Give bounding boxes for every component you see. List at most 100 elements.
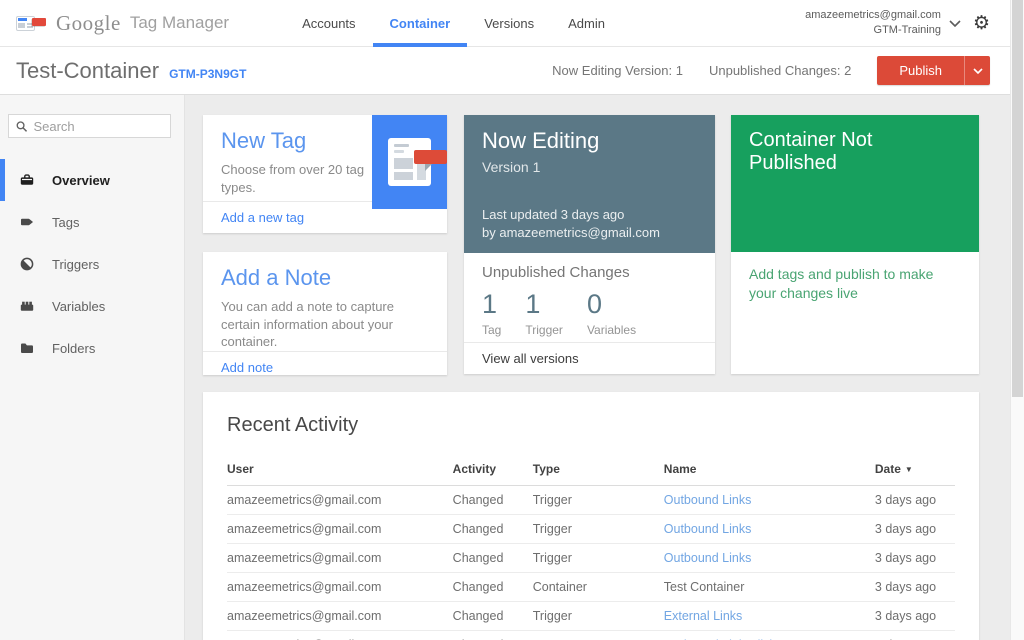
sidebar: Overview Tags Triggers	[0, 95, 185, 640]
activity-cell-date: 3 days ago	[874, 543, 955, 573]
now-editing-version: Version 1	[482, 159, 541, 175]
activity-table-body: amazeemetrics@gmail.com Changed Trigger Out…	[227, 485, 955, 640]
tag-icon	[21, 218, 33, 226]
sidebar-item-label: Variables	[52, 298, 106, 314]
activity-cell-date: 3 days ago	[874, 572, 955, 602]
activity-name-link[interactable]: Outbound Links	[664, 493, 752, 507]
last-updated-text: Last updated 3 days ago by amazeemetrics…	[482, 206, 660, 240]
activity-cell-activity: Changed	[452, 543, 533, 573]
add-note-title-link[interactable]: Add a Note	[221, 265, 331, 291]
now-editing-card: Now Editing Version 1 Last updated 3 day…	[464, 115, 715, 374]
activity-cell-user: amazeemetrics@gmail.com	[227, 543, 453, 573]
activity-cell-name: Outbound Links	[663, 514, 875, 544]
activity-cell-activity: Changed	[452, 630, 533, 640]
main-content: New Tag Choose from over 20 tag types. A…	[185, 95, 1024, 640]
unpublished-changes-title: Unpublished Changes	[482, 264, 630, 281]
activity-row: amazeemetrics@gmail.com Changed Trigger Ext…	[227, 601, 955, 631]
folder-icon	[21, 343, 33, 353]
sidebar-item-label: Folders	[52, 340, 96, 356]
activity-cell-date: 3 days ago	[874, 630, 955, 640]
add-new-tag-link[interactable]: Add a new tag	[221, 210, 304, 225]
now-editing-header: Now Editing Version 1 Last updated 3 day…	[464, 115, 715, 253]
sidebar-item-variables[interactable]: Variables	[0, 285, 184, 327]
not-published-body: Add tags and publish to make your change…	[749, 266, 934, 301]
stat-trigger: 1 Trigger	[525, 289, 563, 337]
sidebar-item-triggers[interactable]: Triggers	[0, 243, 184, 285]
publish-button[interactable]: Publish	[877, 56, 964, 85]
activity-name-link[interactable]: Outbound Links	[664, 522, 752, 536]
activity-cell-user: amazeemetrics@gmail.com	[227, 514, 453, 544]
column-type: Type	[532, 453, 664, 486]
gtm-app: Google Tag Manager Accounts Container Ve…	[0, 0, 1024, 640]
new-tag-illustration-icon	[372, 115, 447, 209]
variables-icon	[20, 301, 34, 311]
sidebar-item-folders[interactable]: Folders	[0, 327, 184, 369]
stat-tag: 1 Tag	[482, 289, 502, 337]
activity-header-row: User Activity Type Name Date ▼	[227, 453, 955, 486]
activity-cell-type: Trigger	[532, 514, 664, 544]
tab-accounts[interactable]: Accounts	[285, 0, 372, 47]
now-editing-version: Now Editing Version: 1	[552, 63, 683, 78]
container-header: Test-Container GTM-P3N9GT Now Editing Ve…	[0, 47, 1024, 95]
activity-cell-type: Trigger	[532, 601, 664, 631]
sidebar-item-tags[interactable]: Tags	[0, 201, 184, 243]
chevron-down-icon	[949, 19, 961, 27]
activity-cell-user: amazeemetrics@gmail.com	[227, 630, 453, 640]
activity-cell-type: Tag	[532, 630, 664, 640]
activity-cell-type: Trigger	[532, 543, 664, 573]
recent-activity-table: User Activity Type Name Date ▼ amazeemetr…	[227, 453, 955, 640]
tab-admin[interactable]: Admin	[551, 0, 622, 47]
activity-row: amazeemetrics@gmail.comChangedTagOutboun…	[227, 630, 955, 640]
activity-row: amazeemetrics@gmail.com Changed Container T…	[227, 572, 955, 602]
content-layout: Overview Tags Triggers	[0, 95, 1024, 640]
activity-name-link[interactable]: External Links	[664, 609, 743, 623]
trigger-icon	[20, 257, 34, 271]
container-id: GTM-P3N9GT	[169, 66, 247, 81]
activity-cell-date: 3 days ago	[874, 601, 955, 631]
activity-cell-activity: Changed	[452, 572, 533, 602]
tab-versions[interactable]: Versions	[467, 0, 551, 47]
page-title: Test-Container	[16, 57, 160, 83]
not-published-header: Container Not Published	[731, 115, 979, 252]
search-input[interactable]	[33, 118, 163, 134]
activity-cell-name: Outbound Links	[663, 485, 875, 515]
activity-cell-name: Outbound Link Click Event	[663, 630, 875, 640]
tab-container[interactable]: Container	[372, 0, 468, 47]
publish-split-button: Publish	[877, 56, 990, 85]
chevron-down-icon	[972, 67, 983, 74]
change-stats: 1 Tag 1 Trigger 0 Variables	[482, 289, 697, 337]
activity-cell-type: Container	[532, 572, 664, 602]
product-name: Tag Manager	[129, 13, 230, 32]
stat-variables: 0 Variables	[586, 289, 637, 337]
sidebar-item-overview[interactable]: Overview	[0, 159, 184, 201]
search-icon	[16, 120, 28, 132]
now-editing-title: Now Editing	[482, 128, 600, 153]
new-tag-card: New Tag Choose from over 20 tag types. A…	[203, 115, 447, 233]
account-switcher[interactable]: amazeemetrics@gmail.com GTM-Training	[805, 8, 961, 38]
view-all-versions-link[interactable]: View all versions	[482, 351, 579, 366]
new-tag-title-link[interactable]: New Tag	[221, 128, 306, 154]
summary-cards: New Tag Choose from over 20 tag types. A…	[203, 115, 979, 375]
gear-icon[interactable]: ⚙	[973, 14, 990, 33]
column-date[interactable]: Date ▼	[874, 453, 955, 486]
activity-cell-activity: Changed	[452, 485, 533, 515]
sidebar-search	[8, 114, 171, 138]
publish-dropdown-button[interactable]	[964, 56, 990, 85]
add-note-card: Add a Note You can add a note to capture…	[203, 252, 447, 375]
activity-name-link[interactable]: Outbound Links	[664, 551, 752, 565]
overview-icon	[20, 174, 34, 185]
add-note-link[interactable]: Add note	[221, 360, 273, 375]
activity-cell-activity: Changed	[452, 601, 533, 631]
activity-cell-user: amazeemetrics@gmail.com	[227, 485, 453, 515]
activity-row: amazeemetrics@gmail.com Changed Trigger Out…	[227, 485, 955, 515]
vertical-scrollbar[interactable]	[1010, 0, 1024, 640]
add-note-subtitle: You can add a note to capture certain in…	[221, 299, 394, 350]
sidebar-item-label: Triggers	[52, 256, 100, 272]
gtm-logo-icon	[16, 12, 46, 34]
not-published-card: Container Not Published Add tags and pub…	[731, 115, 979, 374]
scrollbar-thumb[interactable]	[1012, 0, 1023, 397]
now-editing-footer: View all versions	[464, 342, 715, 374]
new-tag-subtitle: Choose from over 20 tag types.	[221, 162, 365, 195]
account-org: GTM-Training	[873, 24, 941, 36]
account-area: amazeemetrics@gmail.com GTM-Training ⚙	[805, 8, 1008, 38]
